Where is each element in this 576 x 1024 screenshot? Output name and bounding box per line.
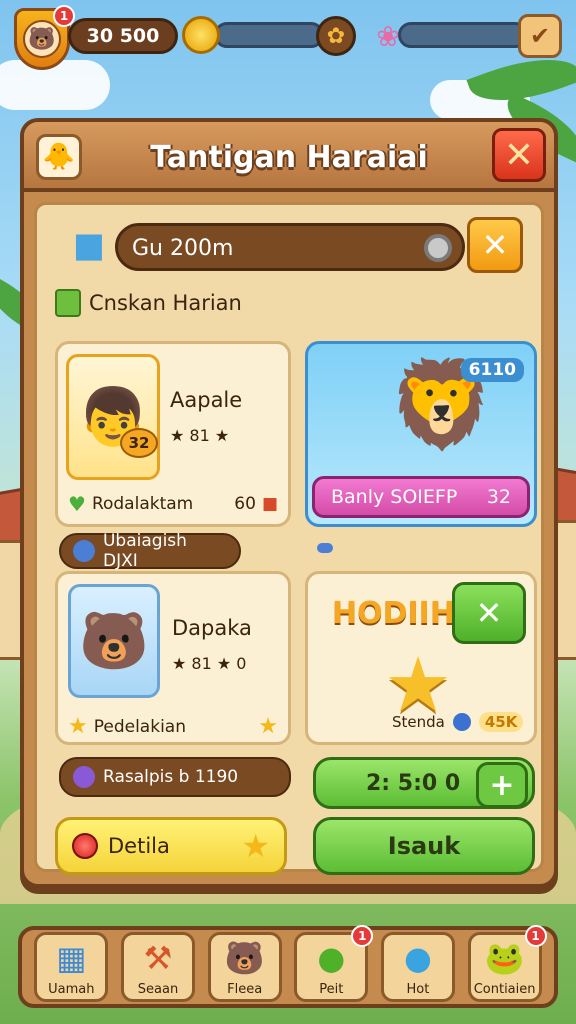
panel-body: ◼ Gu 200m ✕ Cnskan Harian 👦 32 Aapale ★ …	[34, 202, 544, 875]
nav-label: Fleea	[227, 982, 263, 997]
timer-label: 2: 5:0 0	[366, 770, 461, 796]
action-button[interactable]: Isauk	[313, 817, 535, 875]
boy-avatar-icon: 👦	[66, 354, 160, 480]
info-pill: Ubaiagish DJXI	[59, 531, 241, 571]
level-badge: 32	[120, 428, 158, 458]
paw-icon[interactable]: ✿	[316, 16, 356, 56]
toggle-icon[interactable]	[424, 234, 452, 262]
featured-bar-value: 32	[486, 486, 511, 508]
featured-number: 6110	[460, 358, 524, 382]
nav-item-seaan[interactable]: ⚒ Seaan	[120, 932, 195, 1002]
green-orb-icon: ●	[317, 939, 346, 977]
planet-icon	[73, 540, 95, 562]
gift-icon: ■	[261, 494, 278, 514]
card-stars: ★ 81 ★ 0	[172, 654, 247, 673]
info-pill: Rasalpis b 1190	[59, 757, 291, 797]
orb-icon	[452, 713, 471, 731]
tulip-icon: ❀	[376, 19, 400, 53]
close-button[interactable]: ✕	[492, 128, 546, 182]
plus-button[interactable]: +	[476, 762, 528, 808]
card-name: Aapale	[170, 388, 243, 412]
hammer-icon: ⚒	[143, 939, 173, 977]
cube-icon: ◼	[72, 222, 106, 268]
bottom-nav: ▦ Uamah ⚒ Seaan 🐻 Fleea ● Peit 1 ● Hot 🐸…	[18, 925, 558, 1008]
gem-icon	[73, 766, 95, 788]
profile-shield[interactable]: 🐻 1	[14, 5, 75, 70]
card-name: Dapaka	[172, 616, 252, 640]
panel-title: Tantigan Haraiai	[150, 140, 428, 175]
blocks-icon: ▦	[56, 939, 87, 977]
nav-item-hot[interactable]: ● Hot	[380, 932, 455, 1002]
reward-title: HODIIH!	[332, 596, 469, 631]
footer-label: Pedelakian	[93, 716, 186, 737]
details-label: Detila	[108, 834, 170, 858]
nav-item-contiaien[interactable]: 🐸 Contiaien 1	[467, 925, 547, 1002]
nav-item-peit[interactable]: ● Peit 1	[294, 925, 374, 1002]
bear-icon: 🐻	[224, 939, 265, 977]
daily-challenge-panel: 🐥 Tantigan Haraiai ✕ ◼ Gu 200m ✕ Cnskan …	[20, 118, 558, 888]
notification-badge: 1	[351, 925, 374, 947]
star-icon: ★	[258, 714, 278, 739]
nav-label: Hot	[406, 982, 430, 997]
search-value: Gu 200m	[132, 236, 234, 261]
star-icon: ★	[241, 827, 270, 865]
bear-avatar-icon: 🐻	[68, 584, 160, 698]
featured-bar-label: Banly SOIEFP	[331, 486, 458, 508]
red-orb-icon	[72, 833, 98, 859]
coin-counter: 30 500	[68, 18, 178, 54]
panel-header: 🐥 Tantigan Haraiai ✕	[24, 122, 554, 192]
info-pill-label: Rasalpis b 1190	[103, 767, 239, 787]
check-badge-icon[interactable]: ✔	[518, 14, 562, 58]
nav-label: Seaan	[137, 982, 179, 997]
reward-footer: Stenda 45K	[392, 712, 524, 732]
clear-button[interactable]: ✕	[467, 217, 523, 273]
nav-item-uamah[interactable]: ▦ Uamah	[34, 932, 109, 1002]
progress-bar	[214, 22, 324, 48]
heart-icon: ♥	[68, 492, 86, 516]
reward-footer-label: Stenda	[392, 713, 445, 731]
reward-card[interactable]: HODIIH! ★ ✕ Stenda 45K	[305, 571, 537, 745]
blue-bear-icon: ●	[403, 939, 432, 977]
dismiss-button[interactable]: ✕	[452, 582, 526, 644]
search-input[interactable]: Gu 200m	[115, 223, 465, 271]
details-button[interactable]: Detila ★	[55, 817, 287, 875]
search-row: ◼ Gu 200m ✕	[51, 217, 527, 277]
nav-label: Contiaien	[473, 982, 536, 997]
card-footer: ★ Pedelakian ★	[68, 714, 278, 739]
section-heading: Cnskan Harian	[55, 289, 242, 317]
gold-coin-icon	[182, 16, 220, 54]
star-icon: ★	[68, 714, 88, 739]
cloud	[0, 60, 110, 110]
card-stars: ★ 81 ★	[170, 426, 230, 445]
footer-label: Rodalaktam	[91, 494, 194, 514]
frog-icon: 🐸	[484, 939, 525, 977]
action-label: Isauk	[387, 832, 461, 860]
card-footer: ♥ Rodalaktam 60 ■	[68, 492, 278, 516]
resource-bar	[398, 22, 528, 48]
notification-badge: 1	[524, 925, 547, 947]
footer-value: 60	[234, 494, 256, 514]
section-label: Cnskan Harian	[89, 291, 242, 315]
character-card[interactable]: 🐻 Dapaka ★ 81 ★ 0 ★ Pedelakian ★	[55, 571, 291, 745]
info-pill-label: Ubaiagish DJXI	[102, 531, 187, 571]
nav-item-fleea[interactable]: 🐻 Fleea	[207, 932, 282, 1002]
character-card[interactable]: 👦 32 Aapale ★ 81 ★ ♥ Rodalaktam 60 ■	[55, 341, 291, 527]
nav-label: Uamah	[48, 982, 95, 997]
nav-label: Peit	[319, 982, 344, 997]
green-cube-icon	[55, 289, 81, 317]
capsule-icon	[317, 543, 333, 553]
top-bar: 🐻 1 30 500 ✿ ❀ ✔	[8, 5, 568, 70]
reward-footer-value: 45K	[478, 712, 524, 732]
featured-bar[interactable]: Banly SOIEFP 32	[312, 476, 530, 518]
timer-button[interactable]: 2: 5:0 0 +	[313, 757, 535, 809]
featured-card[interactable]: 🦁 6110 Banly SOIEFP 32	[305, 341, 537, 527]
bear-face-icon: 🐻	[23, 20, 61, 58]
